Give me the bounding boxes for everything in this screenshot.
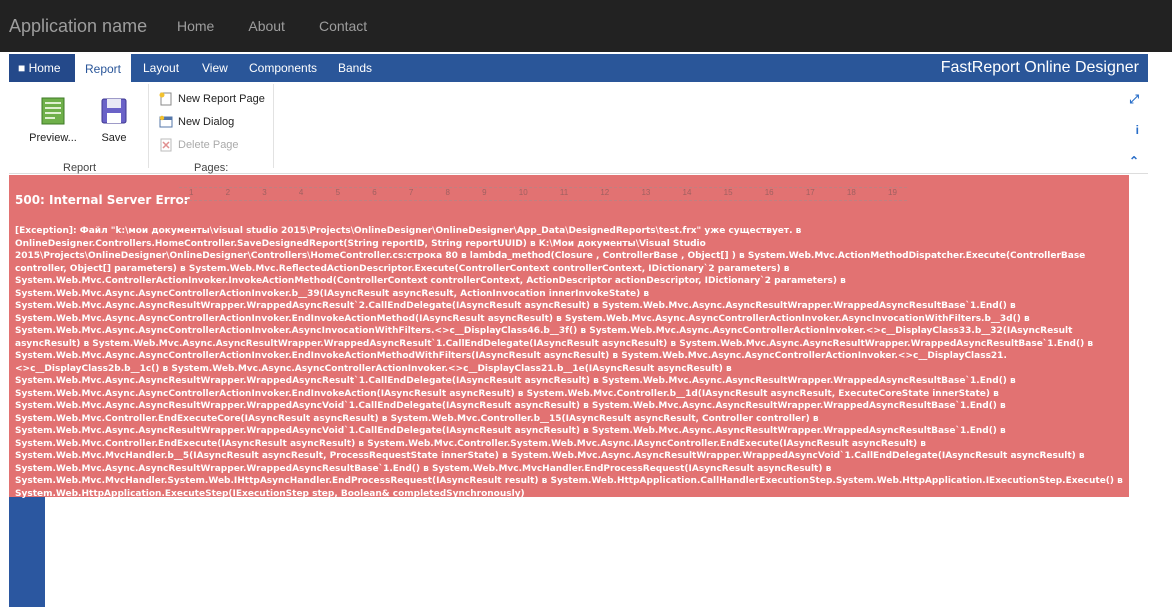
ribbon-panel: Preview... Save Report New Report Page N… [9,82,1148,174]
group-divider [273,84,274,168]
ruler-tick: 12 [600,188,610,197]
new-report-page-button[interactable]: New Report Page [159,92,265,106]
ruler-tick: 4 [298,188,304,197]
save-label: Save [101,132,127,144]
ruler-tick: 5 [335,188,341,197]
report-designer: ■ Home Report Layout View Components Ban… [9,54,1148,607]
ruler-tick: 18 [846,188,856,197]
floppy-disk-icon [101,98,127,124]
tab-report[interactable]: Report [75,54,131,82]
new-dialog-icon [159,115,173,128]
error-message: [Exception]: Файл "k:\мои документы\visu… [15,226,1123,499]
delete-page-label: Delete Page [178,139,239,151]
new-dialog-label: New Dialog [178,116,235,128]
error-panel: 1 2 3 4 5 6 7 8 9 10 11 12 13 14 15 16 1… [9,175,1129,499]
new-dialog-button[interactable]: New Dialog [159,115,234,129]
report-group-label: Report [63,162,97,174]
preview-icon [41,97,65,125]
ruler-tick: 16 [764,188,774,197]
ribbon-tab-bar: ■ Home Report Layout View Components Ban… [9,54,1148,82]
top-navbar: Application name Home About Contact [0,0,1172,52]
home-icon: ■ [18,61,29,75]
ruler-tick: 8 [445,188,450,197]
preview-label: Preview... [29,132,77,144]
delete-page-button[interactable]: Delete Page [159,138,239,152]
ruler-tick: 2 [225,188,231,197]
tab-bands[interactable]: Bands [338,54,372,82]
ruler-tick: 1 [189,188,194,197]
new-report-page-label: New Report Page [178,93,265,105]
ruler-tick: 13 [641,188,651,197]
page-ruler: 1 2 3 4 5 6 7 8 9 10 11 12 13 14 15 16 1… [179,187,907,201]
pages-group-label: Pages: [194,162,229,174]
ruler-tick: 17 [805,188,815,197]
ruler-tick: 7 [408,188,414,197]
ruler-tick: 15 [723,188,733,197]
ruler-tick: 9 [482,188,487,197]
preview-button[interactable]: Preview... [29,96,77,144]
fullscreen-icon[interactable]: ⤢ [1129,92,1139,107]
tab-view[interactable]: View [202,54,228,82]
collapse-icon[interactable]: ⌃ [1129,154,1139,168]
tab-home-label: Home [28,61,61,75]
info-icon[interactable]: i [1136,123,1139,137]
delete-page-icon [160,138,172,152]
ruler-tick: 10 [518,188,528,197]
tab-home[interactable]: ■ Home [9,54,75,82]
nav-about-link[interactable]: About [248,18,285,34]
ruler-tick: 11 [559,188,569,197]
save-button[interactable]: Save [95,96,133,144]
ruler-tick: 3 [262,188,267,197]
design-workspace[interactable]: 1 2 3 4 5 6 7 8 9 10 11 12 13 14 15 16 1… [9,175,1148,607]
app-brand[interactable]: Application name [9,16,177,37]
tab-layout[interactable]: Layout [143,54,179,82]
designer-title: FastReport Online Designer [940,59,1139,76]
new-page-icon [159,92,172,106]
group-divider [148,84,149,168]
ruler-tick: 14 [682,188,692,197]
ruler-tick: 19 [888,188,897,197]
tab-components[interactable]: Components [249,54,317,82]
nav-contact-link[interactable]: Contact [319,18,367,34]
ruler-tick: 6 [372,188,377,197]
nav-home-link[interactable]: Home [177,18,214,34]
